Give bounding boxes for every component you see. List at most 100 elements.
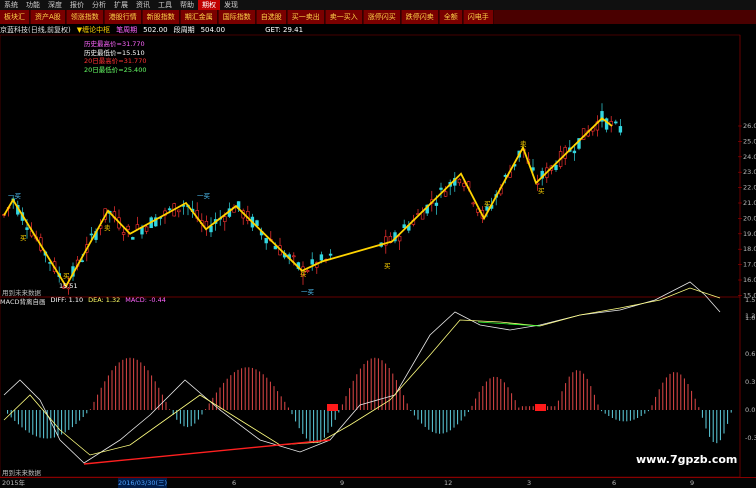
macd-info-line: MACD背离自画 DIFF: 1.10 DEA: 1.32 MACD: -0.4… <box>0 296 166 306</box>
menu-item[interactable]: 资讯 <box>132 0 154 10</box>
buy-label: 买 <box>63 272 70 280</box>
buy-label: 买 <box>484 200 491 208</box>
candle-body <box>223 216 227 222</box>
date-axis: 2015年 2016/03/30(三) 6 9 12 3 6 9 <box>0 477 756 488</box>
macd-red-marker <box>327 404 338 411</box>
candle-body <box>126 225 130 230</box>
buy-label: 买 <box>538 187 545 195</box>
candle-body <box>554 164 558 170</box>
candle-body <box>264 237 268 244</box>
candle-body <box>614 121 618 124</box>
toolbar-button[interactable]: 国际指数 <box>218 10 256 24</box>
candle-body <box>25 227 29 230</box>
one-buy-marker: 一买 <box>197 192 210 200</box>
chart-info-line: 京蓝科技(日线,前复权) ▼缠论中枢 笔周期 502.00 段周期 504.00… <box>0 25 303 35</box>
price-tick-label: 20.0 <box>743 214 756 222</box>
price-tick-label: 24.0 <box>743 153 756 161</box>
one-buy-marker-bottom: 一买 <box>301 288 314 296</box>
divergence-line <box>83 439 331 465</box>
toolbar-button[interactable]: 板块汇 <box>0 10 30 24</box>
price-legend: 历史最高价=31.770 历史最低价=15.510 20日最高价=31.770 20日… <box>84 40 146 74</box>
menu-item[interactable]: 帮助 <box>176 0 198 10</box>
get-value: GET: 29.41 <box>265 26 304 34</box>
buy-label: 买 <box>300 270 307 278</box>
macd-tick-label: 0.6 <box>745 350 755 358</box>
candle-body <box>167 208 172 211</box>
candle-body <box>328 253 333 256</box>
toolbar-button[interactable]: 闪电手 <box>463 10 494 24</box>
toolbar-button[interactable]: 跌停闪卖 <box>401 10 439 24</box>
macd-tick-label: 1.0 <box>745 314 755 322</box>
dea-line <box>3 287 721 456</box>
menu-item[interactable]: 深度 <box>44 0 66 10</box>
candle-body <box>618 126 623 133</box>
toolbar-button[interactable]: 买一卖出 <box>287 10 325 24</box>
macd-indicator-name[interactable]: MACD背离自画 <box>0 296 45 306</box>
buy-label: 买 <box>384 262 391 270</box>
low-price-label: 15.51 <box>59 282 78 290</box>
candle-body <box>457 178 462 184</box>
toolbar-button[interactable]: 全额 <box>439 10 463 24</box>
macd-histogram <box>7 357 732 444</box>
price-tick-label: 23.0 <box>743 168 756 176</box>
menu-item[interactable]: 分析 <box>88 0 110 10</box>
buy-label: 买 <box>20 234 27 242</box>
period-tag-1: 笔周期 <box>116 26 138 34</box>
legend-entry: 20日最低价=25.400 <box>84 65 147 74</box>
macd-value: MACD: -0.44 <box>125 296 166 304</box>
legend-entry: 历史最高价=31.770 <box>84 40 145 48</box>
candle-body <box>471 202 475 205</box>
macd-diff-value: DIFF: 1.10 <box>50 296 84 304</box>
sell-label: 卖 <box>104 224 111 232</box>
menu-item[interactable]: 扩展 <box>110 0 132 10</box>
toolbar-button[interactable]: 新股指数 <box>142 10 180 24</box>
menu-item[interactable]: 报价 <box>66 0 88 10</box>
indicator-name[interactable]: ▼缠论中枢 <box>77 25 110 35</box>
menu-item[interactable]: 期权 <box>198 0 220 10</box>
macd-red-marker <box>535 404 546 411</box>
candle-body <box>434 202 439 206</box>
sell-label: 卖 <box>520 140 527 148</box>
price-tick-label: 21.0 <box>743 199 756 207</box>
candle-body <box>397 236 402 242</box>
menu-item[interactable]: 工具 <box>154 0 176 10</box>
period-value-1: 502.00 <box>143 26 168 34</box>
candle-body <box>131 237 135 240</box>
macd-tick-label: 0.3 <box>745 378 755 386</box>
candle-body <box>121 232 126 235</box>
candle-body <box>80 260 84 262</box>
future-data-note: 用到未来数据 <box>2 469 41 477</box>
toolbar-button[interactable]: 期汇金属 <box>180 10 218 24</box>
candle-body <box>319 254 324 261</box>
candle-body <box>462 183 466 187</box>
legend-entry: 历史最低价=15.510 <box>84 48 145 57</box>
menu-bar: 系统 功能 深度 报价 分析 扩展 资讯 工具 帮助 期权 发现 <box>0 0 756 10</box>
macd-tick-label: -0.3 <box>745 434 756 442</box>
candle-body <box>310 259 314 265</box>
toolbar-button[interactable]: 资产A股 <box>31 10 66 24</box>
menu-item[interactable]: 发现 <box>220 0 242 10</box>
toolbar-button[interactable]: 卖一买入 <box>325 10 363 24</box>
legend-entry: 20日最高价=31.770 <box>84 57 147 65</box>
price-tick-label: 19.0 <box>743 230 756 238</box>
toolbar-button[interactable]: 自选股 <box>256 10 287 24</box>
candle-body <box>144 226 149 232</box>
menu-item[interactable]: 功能 <box>22 0 44 10</box>
price-tick-label: 18.0 <box>743 245 756 253</box>
site-watermark: www.7gpzb.com <box>636 453 738 466</box>
candle-body <box>177 209 181 213</box>
stock-name: 京蓝科技(日线,前复权) <box>0 26 71 34</box>
candle-body <box>439 187 443 190</box>
price-tick-label: 25.0 <box>743 137 756 145</box>
candle-body <box>89 233 94 236</box>
toolbar-button[interactable]: 港股行情 <box>104 10 142 24</box>
one-buy-marker: 一买 <box>8 192 21 200</box>
price-tick-label: 16.0 <box>743 276 756 284</box>
period-value-2: 504.00 <box>200 26 226 34</box>
macd-tick-label: 0.0 <box>745 406 755 414</box>
toolbar-button[interactable]: 涨停闪买 <box>363 10 401 24</box>
menu-item[interactable]: 系统 <box>0 0 22 10</box>
toolbar-button[interactable]: 领涨指数 <box>66 10 104 24</box>
price-tick-label: 26.0 <box>743 122 756 130</box>
toolbar: 板块汇 资产A股 领涨指数 港股行情 新股指数 期汇金属 国际指数 自选股 买一卖出 卖一买入 涨停… <box>0 10 756 24</box>
